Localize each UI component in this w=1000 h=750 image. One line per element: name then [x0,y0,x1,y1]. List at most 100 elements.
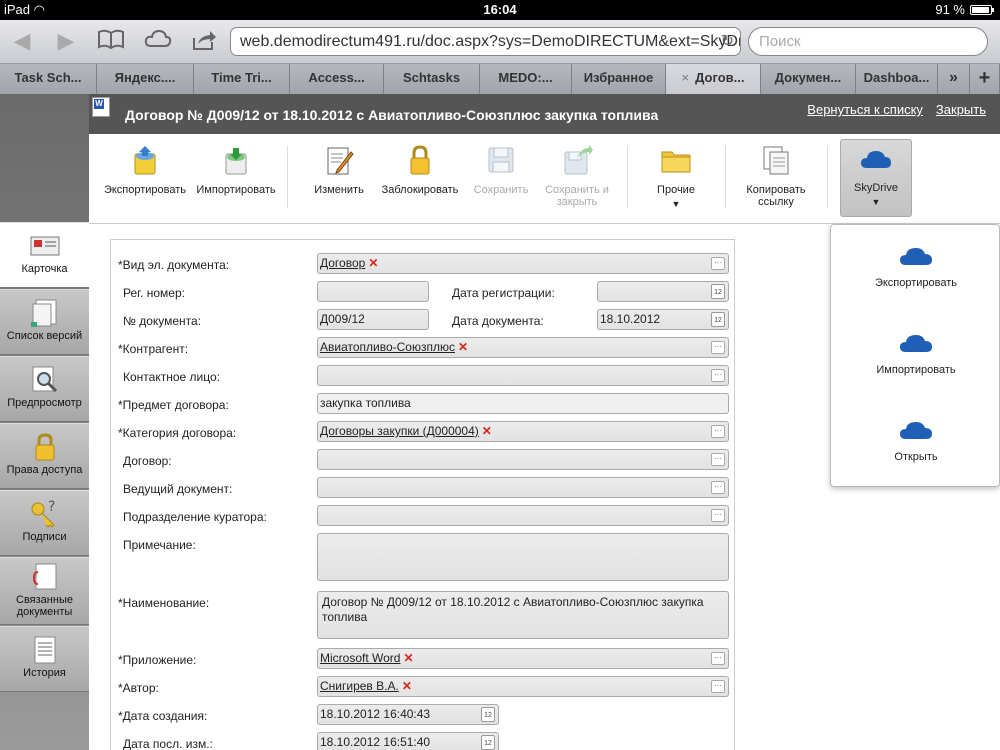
sidebar-item-preview[interactable]: Предпросмотр [0,356,89,422]
bookmarks-book-icon[interactable] [97,28,125,54]
remove-icon[interactable]: ✕ [458,340,468,354]
remove-icon[interactable]: ✕ [403,651,413,665]
close-link[interactable]: Закрыть [936,102,986,117]
modified-field[interactable]: 18.10.2012 16:51:40 12 [317,732,499,750]
export-button[interactable]: Экспортировать [99,142,191,220]
browser-tab[interactable]: MEDO:... [480,64,572,94]
dept-field[interactable]: ··· [317,505,729,526]
browser-tab[interactable]: Яндекс.... [97,64,194,94]
browser-tab-active[interactable]: × Догов... [666,64,761,94]
calendar-icon[interactable]: 12 [481,735,495,750]
remove-icon[interactable]: ✕ [402,679,412,693]
calendar-icon[interactable]: 12 [481,707,495,722]
ellipsis-icon[interactable]: ··· [711,341,725,354]
browser-tab[interactable]: Schtasks [384,64,480,94]
browser-tab[interactable]: Докумен... [761,64,856,94]
folder-icon [660,144,692,176]
browser-toolbar: ◀ ▶ web.demodirectum491.ru/doc.aspx?sys=… [0,20,1000,64]
edit-pencil-icon [323,144,355,176]
category-field[interactable]: Договоры закупки (Д000004) ✕ ··· [317,421,729,442]
ellipsis-icon[interactable]: ··· [711,652,725,665]
icloud-tabs-icon[interactable] [144,28,172,54]
more-tabs-icon[interactable]: » [938,64,970,94]
sidebar-item-history[interactable]: История [0,626,89,692]
lock-button[interactable]: Заблокировать [377,142,463,220]
sidebar-item-signatures[interactable]: ? Подписи [0,490,89,556]
browser-tab[interactable]: Dashboa... [856,64,938,94]
contact-label: Контактное лицо: [123,370,220,384]
document-header: W Договор № Д009/12 от 18.10.2012 с Авиа… [89,94,1000,134]
doc-type-field[interactable]: Договор ✕ ··· [317,253,729,274]
calendar-icon[interactable]: 12 [711,312,725,327]
reg-date-field[interactable]: 12 [597,281,729,302]
tab-close-icon[interactable]: × [682,70,690,85]
sidebar-item-access[interactable]: Права доступа [0,423,89,489]
reload-icon[interactable]: ↻ [721,28,734,55]
skydrive-import-item[interactable]: Импортировать [831,318,1000,398]
skydrive-button[interactable]: SkyDrive ▼ [840,139,912,217]
back-arrow-icon[interactable]: ◀ [8,28,36,54]
url-text: web.demodirectum491.ru/doc.aspx?sys=Demo… [240,33,741,50]
app-field[interactable]: Microsoft Word ✕ ··· [317,648,729,669]
sidebar-item-card[interactable]: Карточка [0,222,89,288]
remove-icon[interactable]: ✕ [482,424,492,438]
browser-tab[interactable]: Избранное [572,64,666,94]
contract-field[interactable]: ··· [317,449,729,470]
subject-label: *Предмет договора: [118,398,229,412]
save-and-close-button[interactable]: Сохранить и закрыть [539,142,615,220]
reg-no-label: Рег. номер: [123,286,185,300]
padlock-icon [30,432,60,462]
doc-no-field[interactable]: Д009/12 [317,309,429,330]
address-bar[interactable]: web.demodirectum491.ru/doc.aspx?sys=Demo… [230,27,741,56]
contact-field[interactable]: ··· [317,365,729,386]
ellipsis-icon[interactable]: ··· [711,509,725,522]
ellipsis-icon[interactable]: ··· [711,680,725,693]
note-field[interactable] [317,533,729,581]
ellipsis-icon[interactable]: ··· [711,369,725,382]
import-icon [220,144,252,176]
skydrive-open-item[interactable]: Открыть [831,405,1000,485]
back-to-list-link[interactable]: Вернуться к списку [807,102,923,117]
search-input[interactable]: Поиск [748,27,988,56]
created-label: *Дата создания: [118,709,208,723]
forward-arrow-icon[interactable]: ▶ [52,28,80,54]
contractor-field[interactable]: Авиатопливо-Союзплюс ✕ ··· [317,337,729,358]
import-button[interactable]: Импортировать [191,142,281,220]
name-field[interactable]: Договор № Д009/12 от 18.10.2012 с Авиато… [317,591,729,639]
browser-tab[interactable]: Access... [290,64,384,94]
other-menu-button[interactable]: Прочие ▼ [641,142,711,220]
calendar-icon[interactable]: 12 [711,284,725,299]
skydrive-cloud-icon [860,142,892,174]
browser-tab-bar: Task Sch... Яндекс.... Time Tri... Acces… [0,64,1000,94]
ellipsis-icon[interactable]: ··· [711,481,725,494]
created-field[interactable]: 18.10.2012 16:40:43 12 [317,704,499,725]
ellipsis-icon[interactable]: ··· [711,453,725,466]
reg-no-field[interactable] [317,281,429,302]
magnifier-icon [30,365,60,395]
new-tab-button[interactable]: + [970,64,1000,94]
browser-tab[interactable]: Time Tri... [194,64,290,94]
edit-button[interactable]: Изменить [301,142,377,220]
export-icon [129,144,161,176]
save-button[interactable]: Сохранить [463,142,539,220]
key-question-icon: ? [30,499,60,529]
sidebar-item-linked-docs[interactable]: Связанные документы [0,557,89,625]
contract-label: Договор: [123,454,172,468]
modified-label: Дата посл. изм.: [123,737,213,750]
ellipsis-icon[interactable]: ··· [711,257,725,270]
author-field[interactable]: Снигирев В.А. ✕ ··· [317,676,729,697]
card-icon [30,231,60,261]
chevron-down-icon: ▼ [871,197,881,207]
copy-link-button[interactable]: Копировать ссылку [737,142,815,220]
linked-documents-icon [30,562,60,592]
ellipsis-icon[interactable]: ··· [711,425,725,438]
browser-tab[interactable]: Task Sch... [0,64,97,94]
lead-doc-field[interactable]: ··· [317,477,729,498]
remove-icon[interactable]: ✕ [368,256,378,270]
document-form: *Вид эл. документа: Договор ✕ ··· Рег. ном… [110,239,735,750]
skydrive-export-item[interactable]: Экспортировать [831,231,1000,311]
sidebar-item-versions[interactable]: Список версий [0,289,89,355]
doc-date-field[interactable]: 18.10.2012 12 [597,309,729,330]
share-icon[interactable] [190,28,218,54]
subject-field[interactable]: закупка топлива [317,393,729,414]
